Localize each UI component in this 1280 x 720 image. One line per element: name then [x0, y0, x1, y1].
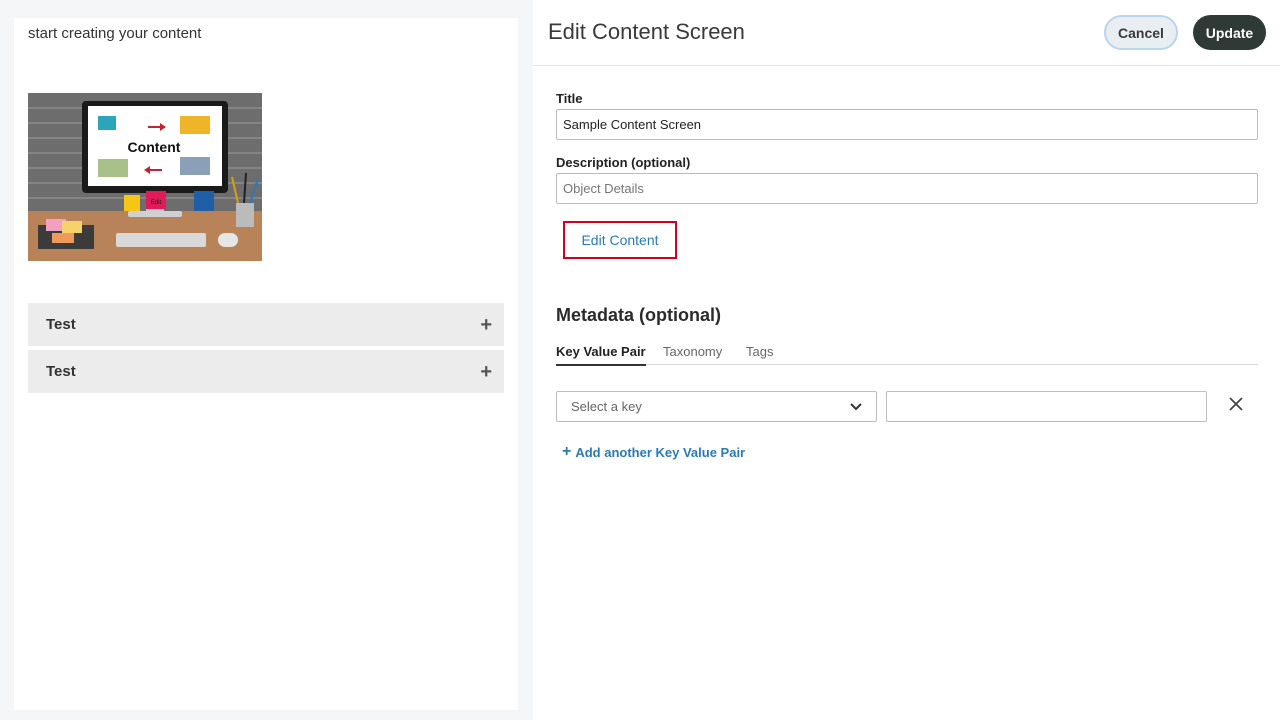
- plus-icon[interactable]: +: [480, 315, 492, 335]
- update-button[interactable]: Update: [1193, 15, 1266, 50]
- title-input[interactable]: [556, 109, 1258, 140]
- edit-content-button[interactable]: Edit Content: [563, 221, 677, 259]
- key-select-placeholder: Select a key: [571, 399, 642, 414]
- tab-tags[interactable]: Tags: [746, 344, 773, 359]
- tab-taxonomy[interactable]: Taxonomy: [663, 344, 722, 359]
- tab-key-value-pair[interactable]: Key Value Pair: [556, 344, 646, 366]
- content-illustration-image: Content Edit: [28, 93, 262, 261]
- edit-content-panel: Edit Content Screen Cancel Update Title …: [533, 0, 1280, 720]
- accordion-label: Test: [46, 363, 76, 380]
- accordion-item[interactable]: Test +: [28, 350, 504, 393]
- plus-icon[interactable]: +: [480, 362, 492, 382]
- sticky-note-label: Edit: [151, 200, 162, 206]
- description-input[interactable]: [556, 173, 1258, 204]
- key-select[interactable]: Select a key: [556, 391, 877, 422]
- value-input[interactable]: [886, 391, 1207, 422]
- add-key-value-pair-link[interactable]: + Add another Key Value Pair: [562, 443, 745, 461]
- metadata-tabs: Key Value Pair Taxonomy Tags: [556, 341, 1258, 366]
- metadata-heading: Metadata (optional): [556, 305, 721, 325]
- page-title: Edit Content Screen: [548, 19, 745, 44]
- accordion-item[interactable]: Test +: [28, 303, 504, 346]
- content-preview-pane: start creating your content Content Edit…: [14, 18, 518, 710]
- panel-header: Edit Content Screen Cancel Update: [533, 0, 1280, 66]
- add-key-value-pair-label: Add another Key Value Pair: [575, 444, 746, 460]
- illustration-screen-word: Content: [128, 139, 181, 155]
- title-field-label: Title: [556, 91, 583, 106]
- cancel-button[interactable]: Cancel: [1104, 15, 1178, 50]
- accordion-label: Test: [46, 316, 76, 333]
- plus-icon: +: [562, 443, 572, 460]
- chevron-down-icon: [850, 400, 862, 414]
- preview-intro-text: start creating your content: [28, 25, 202, 42]
- close-icon[interactable]: [1229, 395, 1243, 415]
- description-field-label: Description (optional): [556, 155, 691, 170]
